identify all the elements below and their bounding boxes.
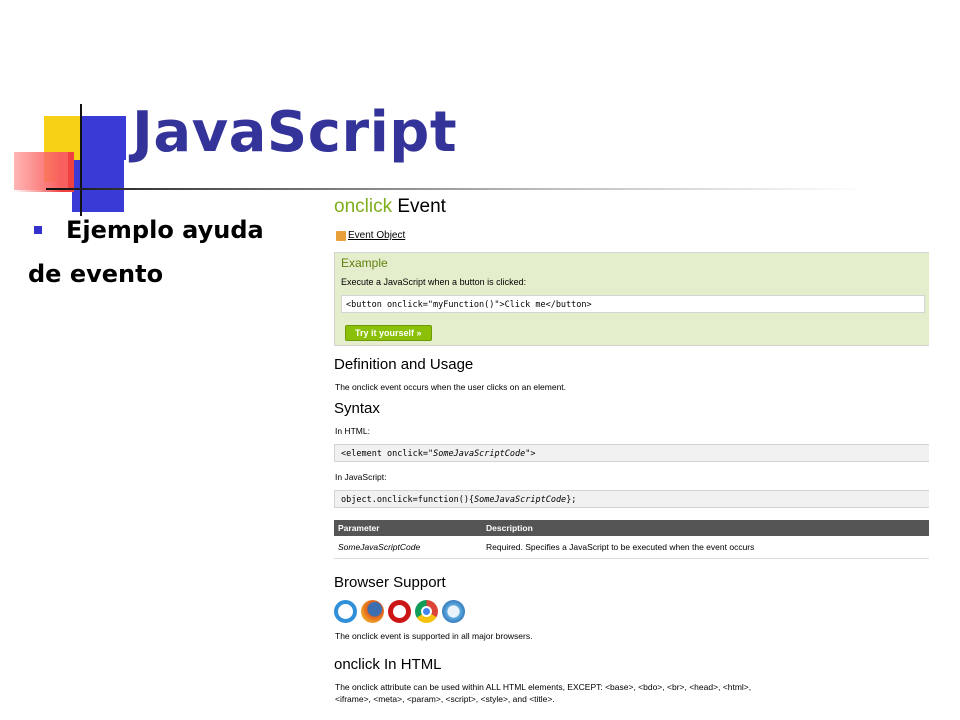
decor-vertical-line — [80, 104, 82, 216]
example-box: Example Execute a JavaScript when a butt… — [334, 252, 929, 346]
syntax-heading: Syntax — [334, 400, 380, 417]
definition-heading: Definition and Usage — [334, 356, 474, 373]
code-italic: SomeJavaScriptCode — [474, 495, 567, 505]
heading-rest: Event — [392, 196, 446, 217]
example-code: <button onclick="myFunction()">Click me<… — [341, 295, 925, 313]
slide-title: JavaScript — [132, 100, 458, 165]
table-header: Description — [482, 520, 929, 536]
example-title: Example — [341, 256, 388, 270]
event-object-link[interactable]: Event Object — [336, 230, 405, 241]
browser-support-text: The onclick event is supported in all ma… — [335, 631, 533, 641]
example-description: Execute a JavaScript when a button is cl… — [341, 277, 527, 287]
chrome-icon — [415, 600, 438, 623]
decor-blue-square — [82, 116, 126, 160]
bullet-text: Ejemplo ayuda de evento — [28, 208, 318, 296]
code-prefix: object.onclick=function(){ — [341, 495, 475, 505]
heading-keyword: onclick — [334, 196, 393, 217]
parameter-table: Parameter Description SomeJavaScriptCode… — [334, 520, 929, 559]
back-arrow-icon — [336, 230, 346, 241]
syntax-js-code: object.onclick=function(){SomeJavaScript… — [334, 490, 929, 508]
browser-icons — [334, 600, 465, 623]
onclick-html-text-1: The onclick attribute can be used within… — [335, 682, 752, 692]
try-it-button[interactable]: Try it yourself » — [345, 325, 432, 341]
table-cell: SomeJavaScriptCode — [334, 536, 482, 559]
opera-icon — [388, 600, 411, 623]
event-object-label: Event Object — [348, 230, 406, 241]
safari-icon — [442, 600, 465, 623]
onclick-html-heading: onclick In HTML — [334, 656, 442, 673]
embedded-screenshot: onclick Event Event Object Example Execu… — [326, 190, 929, 710]
syntax-html-label: In HTML: — [335, 426, 370, 436]
code-suffix: "> — [525, 449, 536, 459]
code-suffix: }; — [566, 495, 577, 505]
syntax-js-label: In JavaScript: — [335, 472, 387, 482]
firefox-icon — [361, 600, 384, 623]
bullet-line-1: Ejemplo ayuda — [66, 216, 264, 244]
table-header-row: Parameter Description — [334, 520, 929, 536]
syntax-html-code: <element onclick="SomeJavaScriptCode"> — [334, 444, 929, 462]
browser-support-heading: Browser Support — [334, 574, 446, 591]
definition-text: The onclick event occurs when the user c… — [335, 382, 567, 392]
screenshot-heading: onclick Event — [334, 196, 446, 218]
decor-pink-overlay — [14, 152, 68, 190]
onclick-html-text-2: <iframe>, <meta>, <param>, <script>, <st… — [335, 694, 555, 704]
table-cell: Required. Specifies a JavaScript to be e… — [482, 536, 929, 559]
bullet-line-2: de evento — [28, 260, 164, 288]
internet-explorer-icon — [334, 600, 357, 623]
table-row: SomeJavaScriptCode Required. Specifies a… — [334, 536, 929, 559]
code-prefix: <element onclick=" — [341, 449, 434, 459]
code-italic: SomeJavaScriptCode — [433, 449, 526, 459]
table-header: Parameter — [334, 520, 482, 536]
